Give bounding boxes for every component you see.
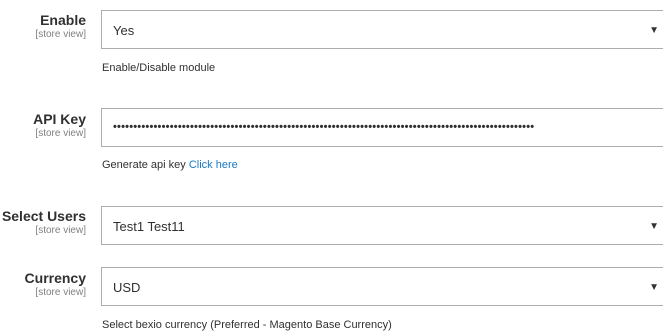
select-users-select-value: Test1 Test11 (113, 219, 185, 234)
currency-scope: [store view] (35, 287, 86, 298)
currency-label-group: Currency [store view] (0, 270, 86, 299)
enable-select[interactable]: Yes ▼ (101, 10, 663, 49)
api-key-note: Generate api key Click here (102, 159, 238, 171)
currency-label: Currency (24, 270, 86, 286)
configuration-form: Enable [store view] Yes ▼ Enable/Disable… (0, 0, 663, 335)
select-users-select[interactable]: Test1 Test11 ▼ (101, 206, 663, 245)
currency-select-value: USD (113, 280, 141, 295)
select-users-label: Select Users (1, 208, 86, 224)
enable-scope: [store view] (35, 29, 86, 40)
enable-note: Enable/Disable module (102, 62, 216, 74)
select-users-scope: [store view] (35, 225, 86, 236)
api-key-note-text: Generate api key (102, 159, 189, 171)
chevron-down-icon: ▼ (649, 25, 659, 36)
api-key-input[interactable]: ••••••••••••••••••••••••••••••••••••••••… (101, 108, 663, 147)
currency-select[interactable]: USD ▼ (101, 267, 663, 306)
generate-api-key-link[interactable]: Click here (189, 159, 238, 171)
enable-label: Enable (40, 12, 86, 28)
chevron-down-icon: ▼ (649, 282, 659, 293)
currency-note: Select bexio currency (Preferred - Magen… (102, 319, 392, 331)
enable-select-value: Yes (113, 23, 135, 38)
api-key-masked-value: ••••••••••••••••••••••••••••••••••••••••… (113, 121, 535, 133)
select-users-label-group: Select Users [store view] (0, 208, 86, 237)
chevron-down-icon: ▼ (649, 221, 659, 232)
api-key-label-group: API Key [store view] (0, 111, 86, 140)
enable-label-group: Enable [store view] (0, 12, 86, 41)
api-key-label: API Key (33, 111, 86, 127)
api-key-scope: [store view] (35, 128, 86, 139)
